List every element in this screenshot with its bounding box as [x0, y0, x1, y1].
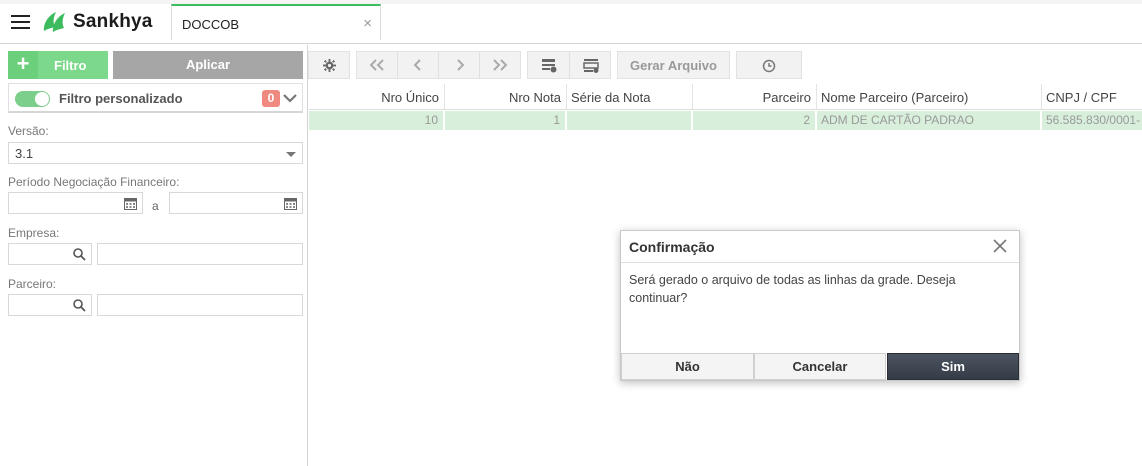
periodo-end-input[interactable] — [169, 192, 303, 214]
table-row[interactable]: 10 1 2 ADM DE CARTÃO PADRAO 56.585.830/0… — [309, 111, 1142, 130]
first-record-button[interactable] — [357, 52, 398, 78]
confirmation-dialog: Confirmação Será gerado o arquivo de tod… — [620, 230, 1020, 381]
gear-icon — [323, 59, 336, 72]
gerar-arquivo-button[interactable]: Gerar Arquivo — [617, 51, 730, 79]
column-header[interactable]: Nome Parceiro (Parceiro) — [817, 84, 1042, 110]
dialog-buttons: Não Cancelar Sim — [621, 353, 1019, 381]
chevron-left-icon — [413, 59, 421, 71]
cancelar-button[interactable]: Cancelar — [754, 353, 886, 380]
clock-icon — [762, 59, 776, 73]
tab-label: DOCCOB — [182, 17, 240, 32]
calendar-icon[interactable] — [124, 197, 137, 210]
filter-count-badge: 0 — [262, 90, 280, 107]
chevron-down-icon[interactable] — [282, 88, 298, 108]
tab-doccob[interactable]: DOCCOB × — [171, 4, 381, 40]
filtro-personalizado-bar: Filtro personalizado 0 — [8, 83, 303, 113]
table-cell — [567, 111, 693, 130]
empresa-label: Empresa: — [8, 226, 60, 240]
brand-name: Sankhya — [73, 11, 153, 32]
filtro-personalizado-toggle[interactable] — [15, 91, 50, 107]
search-icon[interactable] — [73, 248, 86, 261]
filter-panel: + Filtro Aplicar Filtro personalizado 0 … — [0, 45, 308, 466]
sankhya-logo-icon — [43, 12, 65, 32]
top-bar: Sankhya DOCCOB × — [0, 0, 1142, 44]
column-header[interactable]: Nro Nota — [445, 84, 567, 110]
double-chevron-right-icon — [493, 59, 508, 71]
parceiro-code-input[interactable] — [8, 294, 92, 316]
next-record-button[interactable] — [439, 52, 480, 78]
navigation-group — [356, 51, 521, 79]
aplicar-button[interactable]: Aplicar — [113, 51, 303, 79]
grid-view-group — [527, 51, 611, 79]
filtro-label: Filtro — [54, 58, 87, 73]
table-cell: ADM DE CARTÃO PADRAO — [817, 111, 1042, 130]
periodo-start-input[interactable] — [8, 192, 143, 214]
dialog-title: Confirmação — [629, 239, 715, 255]
dialog-header: Confirmação — [621, 231, 1019, 263]
versao-value: 3.1 — [15, 146, 34, 161]
menu-icon[interactable] — [11, 15, 30, 30]
parceiro-name-input[interactable] — [97, 294, 303, 316]
periodo-separator: a — [152, 199, 159, 213]
dropdown-arrow-icon — [286, 152, 296, 157]
empresa-name-input[interactable] — [97, 243, 303, 265]
table-cell: 1 — [445, 111, 567, 130]
column-header[interactable]: Nro Único — [309, 84, 445, 110]
last-record-button[interactable] — [480, 52, 521, 78]
grid-config-button[interactable] — [570, 52, 611, 78]
search-icon[interactable] — [73, 299, 86, 312]
column-header[interactable]: Parceiro — [693, 84, 817, 110]
calendar-icon[interactable] — [284, 197, 297, 210]
dialog-message: Será gerado o arquivo de todas as linhas… — [629, 273, 956, 305]
periodo-label: Período Negociação Financeiro: — [8, 175, 180, 189]
double-chevron-left-icon — [369, 59, 384, 71]
form-view-button[interactable] — [528, 52, 570, 78]
table-cell: 56.585.830/0001- — [1046, 113, 1141, 127]
plus-icon: + — [8, 51, 38, 79]
previous-record-button[interactable] — [398, 52, 439, 78]
versao-label: Versão: — [8, 124, 49, 138]
column-header[interactable]: Série da Nota — [567, 84, 693, 110]
parceiro-label: Parceiro: — [8, 277, 57, 291]
close-tab-icon[interactable]: × — [363, 15, 372, 32]
versao-select[interactable]: 3.1 — [8, 142, 303, 164]
sim-button[interactable]: Sim — [887, 353, 1019, 380]
gerar-arquivo-label: Gerar Arquivo — [630, 58, 717, 73]
form-view-icon — [542, 59, 557, 73]
empresa-code-input[interactable] — [8, 243, 92, 265]
filtro-personalizado-label: Filtro personalizado — [59, 91, 183, 106]
nao-button[interactable]: Não — [621, 353, 754, 380]
history-button[interactable] — [736, 51, 802, 79]
grid-config-icon — [583, 59, 599, 73]
chevron-right-icon — [457, 59, 465, 71]
filtro-button[interactable]: + Filtro — [8, 51, 108, 79]
close-icon[interactable] — [992, 238, 1008, 254]
settings-button[interactable] — [308, 51, 350, 79]
table-cell: 2 — [693, 111, 817, 130]
table-cell: 10 — [309, 111, 445, 130]
grid-header: Nro Único Nro Nota Série da Nota Parceir… — [309, 84, 1142, 110]
column-header[interactable]: CNPJ / CPF — [1042, 84, 1142, 110]
